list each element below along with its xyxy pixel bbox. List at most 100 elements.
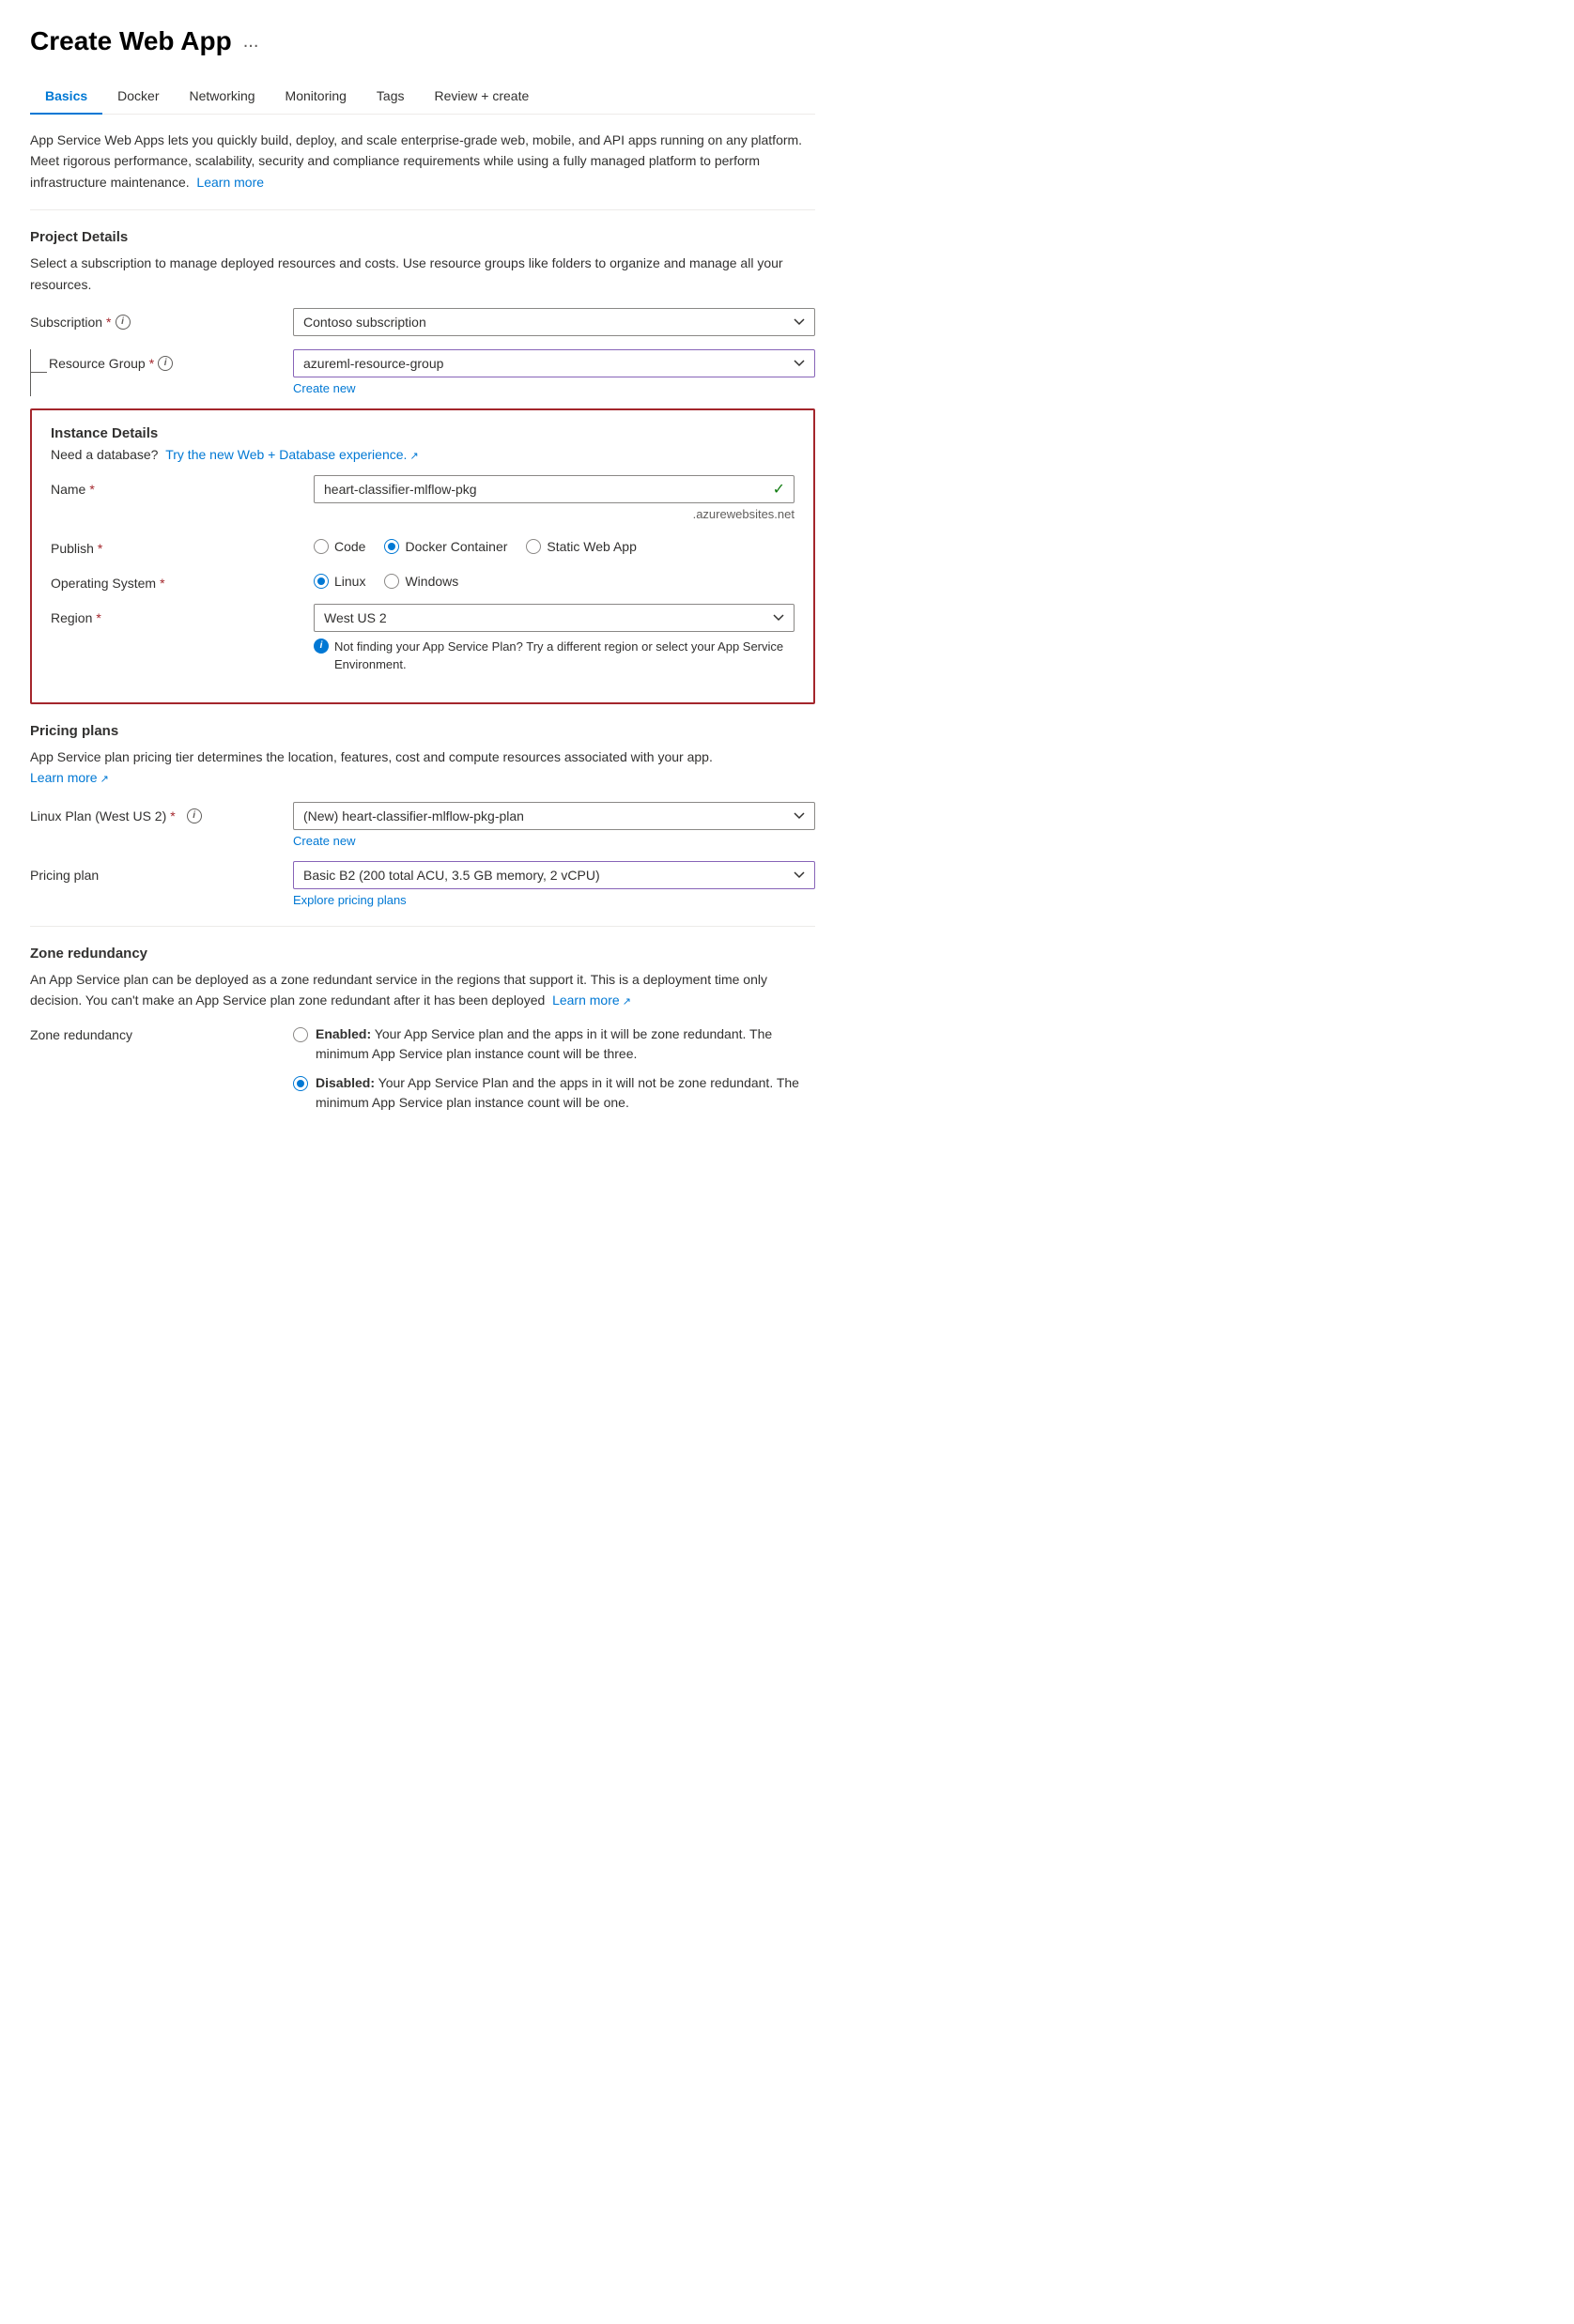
subscription-row: Subscription * i Contoso subscription: [30, 308, 815, 336]
subscription-required: *: [106, 315, 111, 330]
explore-pricing-link[interactable]: Explore pricing plans: [293, 893, 407, 907]
linux-plan-label: Linux Plan (West US 2) * i: [30, 802, 293, 823]
region-row: Region * West US 2 i Not finding your Ap…: [51, 604, 795, 674]
divider-1: [30, 209, 815, 210]
name-input-wrapper: ✓: [314, 475, 795, 503]
zone-enabled-text: Enabled: Your App Service plan and the a…: [316, 1024, 815, 1064]
divider-2: [30, 926, 815, 927]
rg-info-icon[interactable]: i: [158, 356, 173, 371]
resource-group-row: Resource Group * i azureml-resource-grou…: [30, 349, 815, 395]
os-radio-group: Linux Windows: [314, 569, 795, 589]
name-label: Name *: [51, 475, 314, 497]
name-control: ✓ .azurewebsites.net: [314, 475, 795, 521]
publish-label: Publish *: [51, 534, 314, 556]
database-row: Need a database? Try the new Web + Datab…: [51, 447, 795, 462]
subscription-info-icon[interactable]: i: [116, 315, 131, 330]
zone-disabled-option[interactable]: Disabled: Your App Service Plan and the …: [293, 1073, 815, 1113]
publish-control: Code Docker Container Static Web App: [314, 534, 795, 554]
learn-more-link-1[interactable]: Learn more: [196, 175, 264, 190]
page-title-text: Create Web App: [30, 26, 232, 56]
pricing-plan-row: Pricing plan Basic B2 (200 total ACU, 3.…: [30, 861, 815, 907]
region-control: West US 2 i Not finding your App Service…: [314, 604, 795, 674]
resource-group-label: Resource Group: [49, 356, 146, 371]
zone-options: Enabled: Your App Service plan and the a…: [293, 1024, 815, 1122]
subscription-label: Subscription * i: [30, 308, 293, 330]
resource-group-control: azureml-resource-group Create new: [293, 349, 815, 395]
zone-disabled-radio[interactable]: [293, 1076, 308, 1091]
pricing-plan-select[interactable]: Basic B2 (200 total ACU, 3.5 GB memory, …: [293, 861, 815, 889]
rg-create-new-link[interactable]: Create new: [293, 381, 355, 395]
linux-plan-info-icon[interactable]: i: [187, 808, 202, 823]
publish-code-label: Code: [334, 539, 365, 554]
name-input[interactable]: [314, 475, 795, 503]
page-title: Create Web App ...: [30, 26, 815, 56]
zone-disabled-text: Disabled: Your App Service Plan and the …: [316, 1073, 815, 1113]
publish-docker-radio[interactable]: [384, 539, 399, 554]
description-text: App Service Web Apps lets you quickly bu…: [30, 132, 802, 190]
linux-plan-create-new[interactable]: Create new: [293, 834, 355, 848]
os-windows-label: Windows: [405, 574, 458, 589]
database-link[interactable]: Try the new Web + Database experience.: [165, 447, 418, 462]
pricing-learn-more-link[interactable]: Learn more: [30, 770, 109, 785]
os-windows-option[interactable]: Windows: [384, 574, 458, 589]
os-row: Operating System * Linux Windows: [51, 569, 795, 591]
zone-redundancy-desc: An App Service plan can be deployed as a…: [30, 969, 815, 1011]
page-description: App Service Web Apps lets you quickly bu…: [30, 130, 815, 192]
zone-enabled-radio[interactable]: [293, 1027, 308, 1042]
pricing-plan-control: Basic B2 (200 total ACU, 3.5 GB memory, …: [293, 861, 815, 907]
publish-static-radio[interactable]: [526, 539, 541, 554]
zone-redundancy-label: Zone redundancy: [30, 1024, 293, 1042]
subscription-select[interactable]: Contoso subscription: [293, 308, 815, 336]
pricing-plans-desc: App Service plan pricing tier determines…: [30, 746, 815, 789]
instance-details-box: Instance Details Need a database? Try th…: [30, 408, 815, 704]
linux-plan-row: Linux Plan (West US 2) * i (New) heart-c…: [30, 802, 815, 848]
region-select[interactable]: West US 2: [314, 604, 795, 632]
publish-row: Publish * Code Docker Container Static W…: [51, 534, 795, 556]
resource-group-spacer: Resource Group * i: [30, 349, 293, 371]
region-label: Region *: [51, 604, 314, 625]
tab-networking[interactable]: Networking: [175, 79, 270, 115]
subscription-control: Contoso subscription: [293, 308, 815, 336]
os-label: Operating System *: [51, 569, 314, 591]
tab-bar: Basics Docker Networking Monitoring Tags…: [30, 79, 815, 115]
pricing-plans-section: Pricing plans App Service plan pricing t…: [30, 723, 815, 907]
zone-redundancy-title: Zone redundancy: [30, 946, 815, 962]
rg-required: *: [149, 356, 154, 371]
region-info-text: Not finding your App Service Plan? Try a…: [334, 638, 795, 674]
linux-plan-control: (New) heart-classifier-mlflow-pkg-plan C…: [293, 802, 815, 848]
project-details-title: Project Details: [30, 229, 815, 245]
publish-code-radio[interactable]: [314, 539, 329, 554]
publish-static-label: Static Web App: [547, 539, 636, 554]
publish-radio-group: Code Docker Container Static Web App: [314, 534, 795, 554]
tab-monitoring[interactable]: Monitoring: [270, 79, 362, 115]
publish-docker-label: Docker Container: [405, 539, 507, 554]
zone-enabled-option[interactable]: Enabled: Your App Service plan and the a…: [293, 1024, 815, 1064]
region-info-icon: i: [314, 639, 329, 654]
zone-redundancy-section: Zone redundancy An App Service plan can …: [30, 946, 815, 1122]
os-linux-radio[interactable]: [314, 574, 329, 589]
publish-code-option[interactable]: Code: [314, 539, 365, 554]
region-info-banner: i Not finding your App Service Plan? Try…: [314, 638, 795, 674]
page-title-ellipsis: ...: [243, 31, 259, 53]
publish-static-option[interactable]: Static Web App: [526, 539, 636, 554]
name-row: Name * ✓ .azurewebsites.net: [51, 475, 795, 521]
instance-details-title: Instance Details: [51, 425, 795, 441]
pricing-plan-label: Pricing plan: [30, 861, 293, 883]
os-linux-label: Linux: [334, 574, 365, 589]
pricing-plans-title: Pricing plans: [30, 723, 815, 739]
publish-docker-option[interactable]: Docker Container: [384, 539, 507, 554]
tab-tags[interactable]: Tags: [362, 79, 420, 115]
os-control: Linux Windows: [314, 569, 795, 589]
linux-plan-select[interactable]: (New) heart-classifier-mlflow-pkg-plan: [293, 802, 815, 830]
tab-basics[interactable]: Basics: [30, 79, 102, 115]
tab-review-create[interactable]: Review + create: [420, 79, 545, 115]
project-details-desc: Select a subscription to manage deployed…: [30, 253, 815, 295]
name-check-icon: ✓: [773, 480, 785, 499]
os-windows-radio[interactable]: [384, 574, 399, 589]
os-linux-option[interactable]: Linux: [314, 574, 365, 589]
tab-docker[interactable]: Docker: [102, 79, 174, 115]
azure-suffix: .azurewebsites.net: [314, 507, 795, 521]
zone-redundancy-row: Zone redundancy Enabled: Your App Servic…: [30, 1024, 815, 1122]
zone-learn-more-link[interactable]: Learn more: [552, 993, 631, 1008]
resource-group-select[interactable]: azureml-resource-group: [293, 349, 815, 377]
